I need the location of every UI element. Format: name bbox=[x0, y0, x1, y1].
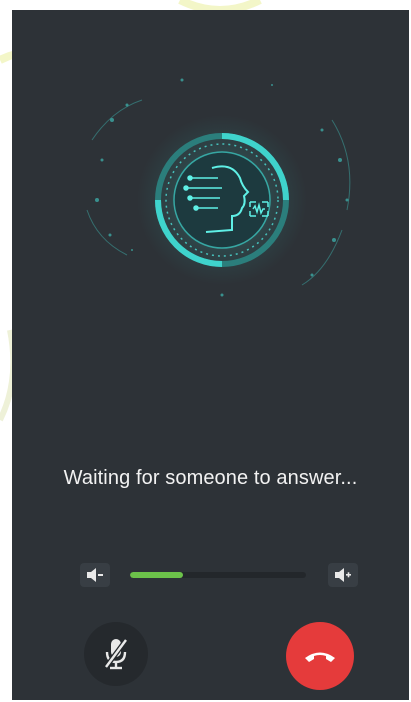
hang-up-button[interactable] bbox=[286, 622, 354, 690]
volume-control bbox=[80, 555, 358, 595]
volume-up-icon bbox=[335, 568, 351, 582]
volume-down-icon bbox=[87, 568, 103, 582]
volume-down-button[interactable] bbox=[80, 563, 110, 587]
call-status-text: Waiting for someone to answer... bbox=[63, 467, 358, 489]
mute-button[interactable] bbox=[84, 622, 148, 686]
volume-up-button[interactable] bbox=[328, 563, 358, 587]
volume-slider[interactable] bbox=[130, 572, 306, 578]
call-panel: Waiting for someone to answer... bbox=[12, 10, 409, 700]
voice-avatar-animation bbox=[86, 78, 351, 297]
volume-level-fill bbox=[130, 572, 183, 578]
mic-off-icon bbox=[103, 638, 129, 670]
phone-hangup-icon bbox=[305, 652, 335, 662]
